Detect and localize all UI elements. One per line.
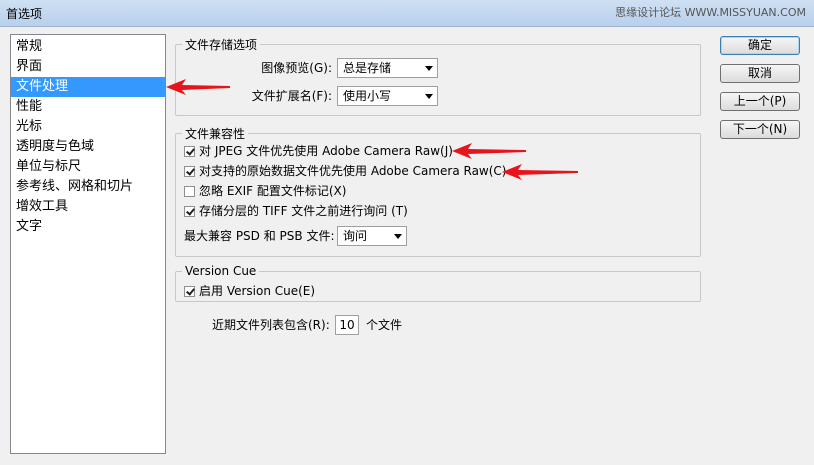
annotation-arrow-icon — [502, 164, 578, 180]
ask-layered-tiff-checkbox[interactable] — [184, 206, 195, 217]
enable-version-cue-label: 启用 Version Cue(E) — [199, 284, 316, 298]
max-compat-value: 询问 — [343, 229, 368, 243]
ask-layered-tiff-option[interactable]: 存储分层的 TIFF 文件之前进行询问 (T) — [184, 201, 408, 221]
chevron-down-icon — [425, 66, 433, 71]
raw-camera-raw-checkbox[interactable] — [184, 166, 195, 177]
ok-button[interactable]: 确定 — [720, 36, 800, 55]
category-item-type[interactable]: 文字 — [11, 217, 165, 237]
file-compatibility-legend: 文件兼容性 — [185, 127, 246, 141]
category-list[interactable]: 常规 界面 文件处理 性能 光标 透明度与色域 单位与标尺 参考线、网格和切片 … — [10, 34, 166, 454]
enable-version-cue-checkbox[interactable] — [184, 286, 195, 297]
file-extension-value: 使用小写 — [343, 89, 392, 103]
category-item-performance[interactable]: 性能 — [11, 97, 165, 117]
chevron-down-icon — [425, 94, 433, 99]
annotation-arrow-icon — [452, 143, 526, 159]
jpeg-camera-raw-label: 对 JPEG 文件优先使用 Adobe Camera Raw(J) — [199, 144, 453, 158]
previous-button[interactable]: 上一个(P) — [720, 92, 800, 111]
next-button[interactable]: 下一个(N) — [720, 120, 800, 139]
category-item-guides-grid-slices[interactable]: 参考线、网格和切片 — [11, 177, 165, 197]
raw-camera-raw-label: 对支持的原始数据文件优先使用 Adobe Camera Raw(C) — [199, 164, 507, 178]
max-compat-dropdown[interactable]: 询问 — [337, 226, 407, 246]
category-item-general[interactable]: 常规 — [11, 37, 165, 57]
category-item-file-handling[interactable]: 文件处理 — [11, 77, 165, 97]
version-cue-legend: Version Cue — [185, 264, 257, 278]
max-compat-label: 最大兼容 PSD 和 PSB 文件: — [184, 229, 335, 243]
file-saving-options-legend: 文件存储选项 — [185, 38, 258, 52]
jpeg-camera-raw-option[interactable]: 对 JPEG 文件优先使用 Adobe Camera Raw(J) — [184, 141, 453, 161]
category-item-plugins[interactable]: 增效工具 — [11, 197, 165, 217]
recent-files-count-input[interactable]: 10 — [335, 315, 359, 335]
ask-layered-tiff-label: 存储分层的 TIFF 文件之前进行询问 (T) — [199, 204, 408, 218]
category-item-cursors[interactable]: 光标 — [11, 117, 165, 137]
category-item-interface[interactable]: 界面 — [11, 57, 165, 77]
ignore-exif-label: 忽略 EXIF 配置文件标记(X) — [199, 184, 347, 198]
category-item-transparency-gamut[interactable]: 透明度与色域 — [11, 137, 165, 157]
ignore-exif-option[interactable]: 忽略 EXIF 配置文件标记(X) — [184, 181, 346, 201]
recent-files-label: 近期文件列表包含(R): — [212, 318, 330, 332]
jpeg-camera-raw-checkbox[interactable] — [184, 146, 195, 157]
watermark: 思缘设计论坛 WWW.MISSYUAN.COM — [615, 6, 806, 19]
window-title: 首选项 — [6, 7, 43, 21]
image-preview-value: 总是存储 — [343, 61, 392, 75]
chevron-down-icon — [394, 234, 402, 239]
cancel-button[interactable]: 取消 — [720, 64, 800, 83]
recent-files-suffix: 个文件 — [366, 318, 403, 332]
image-preview-dropdown[interactable]: 总是存储 — [337, 58, 438, 78]
ignore-exif-checkbox[interactable] — [184, 186, 195, 197]
enable-version-cue-option[interactable]: 启用 Version Cue(E) — [184, 281, 315, 301]
image-preview-label: 图像预览(G): — [261, 61, 332, 75]
category-item-units-rulers[interactable]: 单位与标尺 — [11, 157, 165, 177]
file-extension-dropdown[interactable]: 使用小写 — [337, 86, 438, 106]
title-bar: 首选项 思缘设计论坛 WWW.MISSYUAN.COM — [0, 0, 814, 27]
annotation-arrow-icon — [166, 79, 230, 95]
raw-camera-raw-option[interactable]: 对支持的原始数据文件优先使用 Adobe Camera Raw(C) — [184, 161, 506, 181]
